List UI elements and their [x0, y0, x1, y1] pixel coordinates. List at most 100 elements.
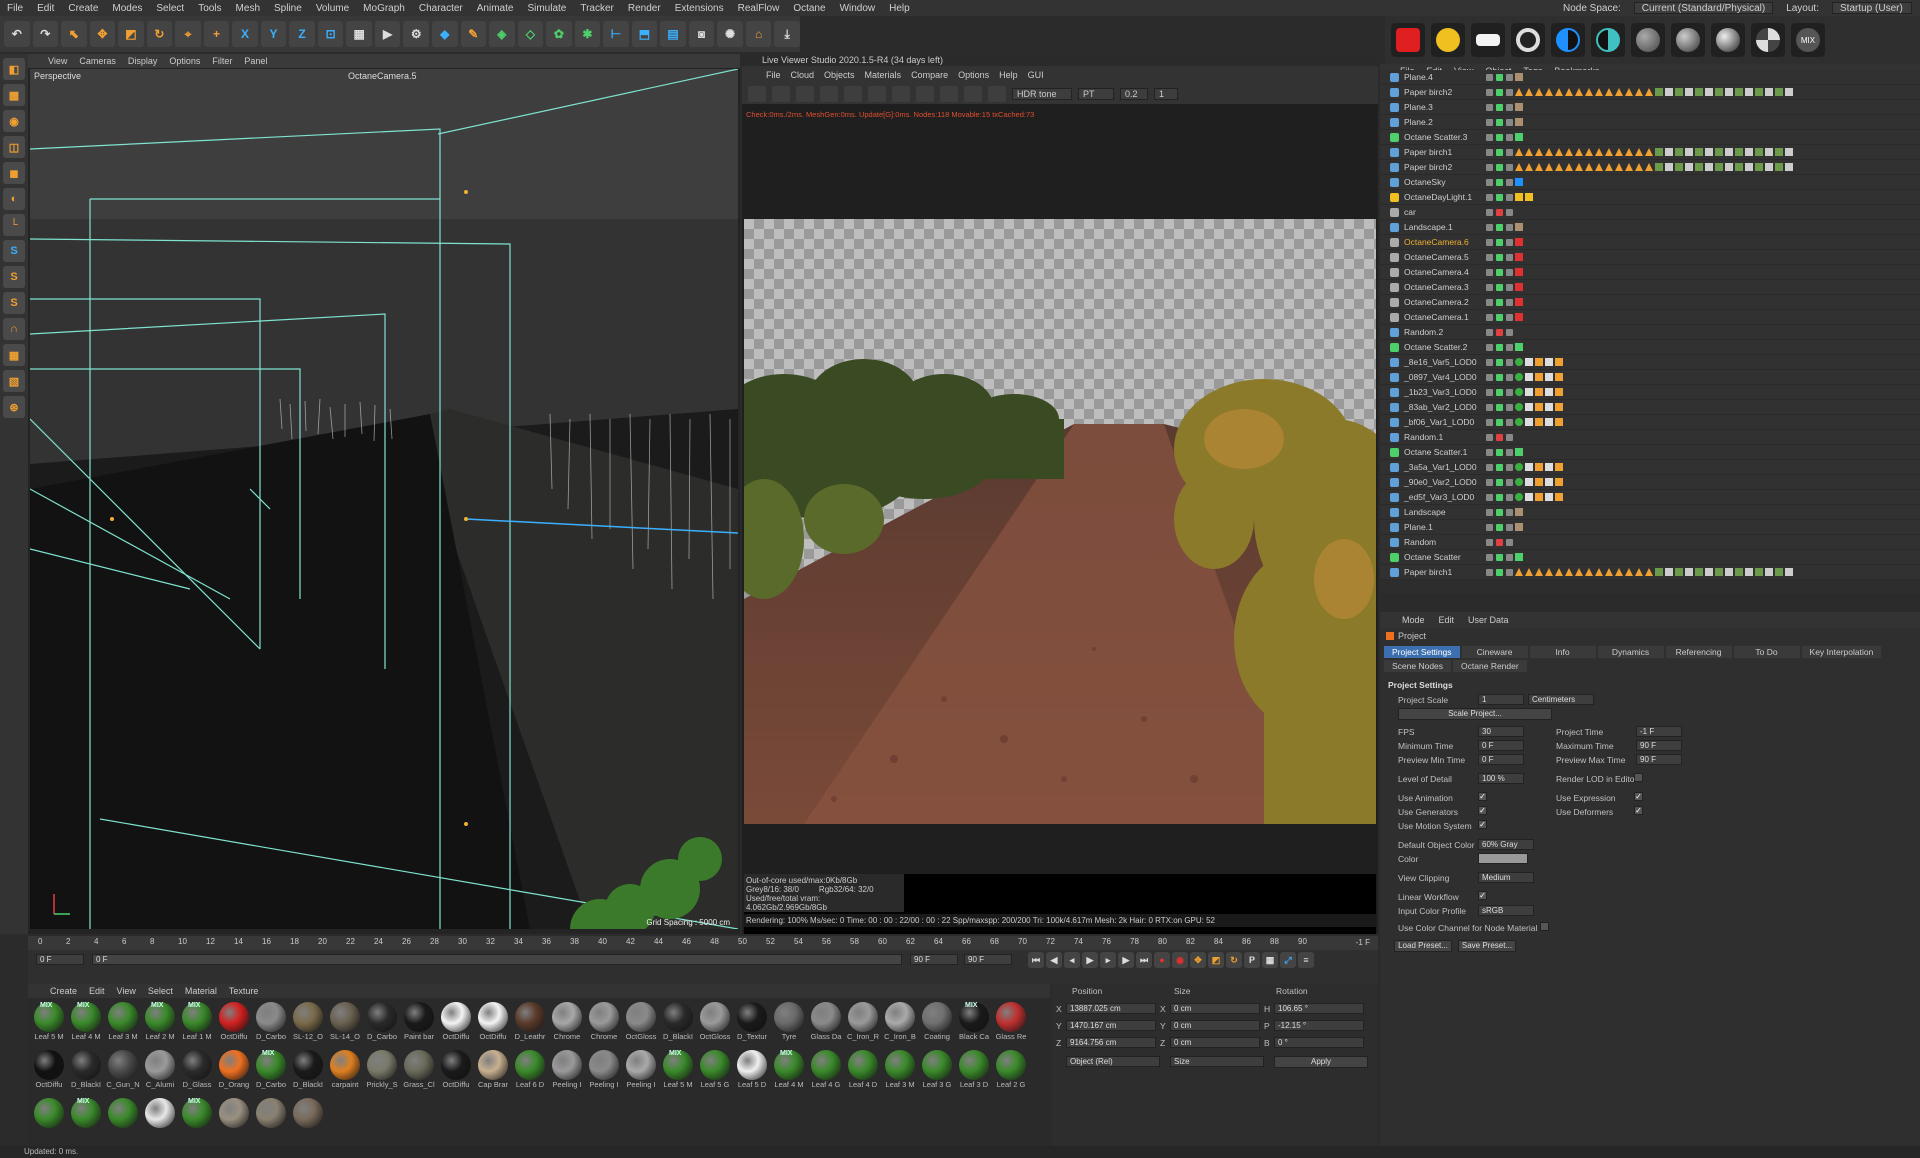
object-row[interactable]: OctaneCamera.5	[1380, 250, 1920, 265]
material-swatch[interactable]	[32, 1098, 66, 1142]
material-tag-icon[interactable]	[1775, 148, 1783, 156]
material-tag-icon[interactable]	[1595, 88, 1603, 96]
material-swatch[interactable]: D_BlackI	[661, 1002, 695, 1046]
object-flags[interactable]	[1486, 268, 1513, 276]
material-tag-icon[interactable]	[1775, 568, 1783, 576]
material-tag-icon[interactable]	[1595, 148, 1603, 156]
light-icon[interactable]: ✺	[717, 21, 743, 47]
object-name[interactable]: Octane Scatter	[1404, 552, 1461, 562]
object-name[interactable]: Octane Scatter.1	[1404, 447, 1467, 457]
material-tag-icon[interactable]	[1785, 88, 1793, 96]
material-tag-icon[interactable]	[1775, 163, 1783, 171]
attribute-menu-item[interactable]: Mode	[1402, 615, 1425, 625]
material-tag-icon[interactable]	[1595, 568, 1603, 576]
visibility-dot-icon[interactable]	[1496, 133, 1503, 141]
goto-end-icon[interactable]: ⏭	[1136, 952, 1152, 968]
object-flags[interactable]	[1486, 568, 1513, 576]
material-tag-icon[interactable]	[1635, 568, 1643, 576]
x-axis-icon[interactable]: X	[232, 21, 258, 47]
material-tag-icon[interactable]	[1555, 373, 1563, 381]
material-tag-icon[interactable]	[1695, 163, 1703, 171]
attribute-tab[interactable]: Info	[1529, 646, 1596, 658]
material-tag-icon[interactable]	[1515, 523, 1523, 531]
attribute-menu-item[interactable]: User Data	[1468, 615, 1509, 625]
object-flags[interactable]	[1486, 88, 1513, 96]
material-tag-icon[interactable]	[1735, 163, 1743, 171]
material-tag-icon[interactable]	[1785, 148, 1793, 156]
material-menu-item[interactable]: Create	[50, 986, 77, 996]
material-swatch[interactable]: Glass Da	[809, 1002, 843, 1046]
object-name[interactable]: OctaneCamera.3	[1404, 282, 1469, 292]
object-flags[interactable]	[1486, 463, 1513, 471]
material-tag-icon[interactable]	[1525, 373, 1533, 381]
floor-icon[interactable]: ▤	[660, 21, 686, 47]
visibility-dot-icon[interactable]	[1486, 193, 1493, 201]
use-deformers-checkbox[interactable]: ✓	[1634, 806, 1643, 815]
object-name[interactable]: OctaneSky	[1404, 177, 1446, 187]
material-tag-icon[interactable]	[1535, 88, 1543, 96]
material-swatch[interactable]: Leaf 4 G	[809, 1050, 843, 1094]
object-row[interactable]: OctaneSky	[1380, 175, 1920, 190]
tag-icon[interactable]: ⬒	[631, 21, 658, 47]
download-icon[interactable]: ⤓	[774, 21, 800, 47]
timeline-menu-icon[interactable]: ≡	[1298, 952, 1314, 968]
material-tag-icon[interactable]	[1645, 88, 1653, 96]
visibility-dot-icon[interactable]	[1506, 373, 1513, 381]
next-key-icon[interactable]: ▶	[1118, 952, 1134, 968]
grid-icon[interactable]: ▦	[3, 344, 25, 366]
object-name[interactable]: _ed5f_Var3_LOD0	[1404, 492, 1474, 502]
material-tag-icon[interactable]	[1545, 568, 1553, 576]
material-tag-icon[interactable]	[1535, 478, 1543, 486]
default-color-select[interactable]: 60% Gray	[1478, 839, 1534, 850]
material-swatch[interactable]: D_BlackI	[291, 1050, 325, 1094]
material-swatch[interactable]: Glass Re	[994, 1002, 1028, 1046]
attribute-tab[interactable]: Referencing	[1665, 646, 1732, 658]
use-motion-checkbox[interactable]: ✓	[1478, 820, 1487, 829]
render-settings-icon[interactable]: ⚙	[403, 21, 429, 47]
material-tag-icon[interactable]	[1525, 193, 1533, 201]
material-tag-icon[interactable]	[1695, 148, 1703, 156]
visibility-dot-icon[interactable]	[1506, 238, 1513, 246]
menu-item[interactable]: Tracker	[573, 3, 621, 14]
visibility-dot-icon[interactable]	[1506, 223, 1513, 231]
material-tag-icon[interactable]	[1755, 163, 1763, 171]
material-tag-icon[interactable]	[1705, 163, 1713, 171]
object-row[interactable]: OctaneDayLight.1	[1380, 190, 1920, 205]
visibility-dot-icon[interactable]	[1486, 268, 1493, 276]
visibility-dot-icon[interactable]	[1506, 523, 1513, 531]
material-tag-icon[interactable]	[1585, 88, 1593, 96]
material-tag-icon[interactable]	[1605, 88, 1613, 96]
visibility-dot-icon[interactable]	[1496, 253, 1503, 261]
timeline-range-slider[interactable]: 0 F	[92, 954, 902, 965]
next-frame-icon[interactable]: ▸	[1100, 952, 1116, 968]
menu-item[interactable]: File	[0, 3, 30, 14]
octane-icon[interactable]: ⌂	[745, 21, 772, 47]
visibility-dot-icon[interactable]	[1506, 478, 1513, 486]
material-swatch[interactable]: OctDiffu	[439, 1002, 473, 1046]
object-name[interactable]: _3a5a_Var1_LOD0	[1404, 462, 1477, 472]
object-name[interactable]: car	[1404, 207, 1416, 217]
coordinate-mode-select[interactable]: Object (Rel)	[1066, 1056, 1160, 1067]
attribute-tab[interactable]: Dynamics	[1597, 646, 1664, 658]
material-tag-icon[interactable]	[1515, 103, 1523, 111]
material-tag-icon[interactable]	[1665, 148, 1673, 156]
material-swatch[interactable]: Leaf 3 D	[957, 1050, 991, 1094]
render-image[interactable]	[744, 219, 1376, 824]
visibility-dot-icon[interactable]	[1496, 163, 1503, 171]
material-tag-icon[interactable]	[1705, 88, 1713, 96]
material-swatch[interactable]: MIX	[69, 1098, 103, 1142]
material-swatch[interactable]: Chrome	[550, 1002, 584, 1046]
material-swatch[interactable]: OctGloss	[698, 1002, 732, 1046]
diffuse-material-icon[interactable]	[1631, 23, 1665, 57]
visibility-dot-icon[interactable]	[1506, 88, 1513, 96]
visibility-dot-icon[interactable]	[1486, 493, 1493, 501]
material-swatch[interactable]: D_Glass	[180, 1050, 214, 1094]
region-icon[interactable]	[916, 86, 934, 102]
timeline-start-field[interactable]: 0 F	[36, 954, 84, 965]
material-swatch[interactable]: MIX Leaf 5 M	[32, 1002, 66, 1046]
area-light-icon[interactable]	[1471, 23, 1505, 57]
project-time-input[interactable]: -1 F	[1636, 726, 1682, 737]
menu-item[interactable]: RealFlow	[731, 3, 787, 14]
material-menu-item[interactable]: Texture	[229, 986, 259, 996]
visibility-dot-icon[interactable]	[1506, 433, 1513, 441]
